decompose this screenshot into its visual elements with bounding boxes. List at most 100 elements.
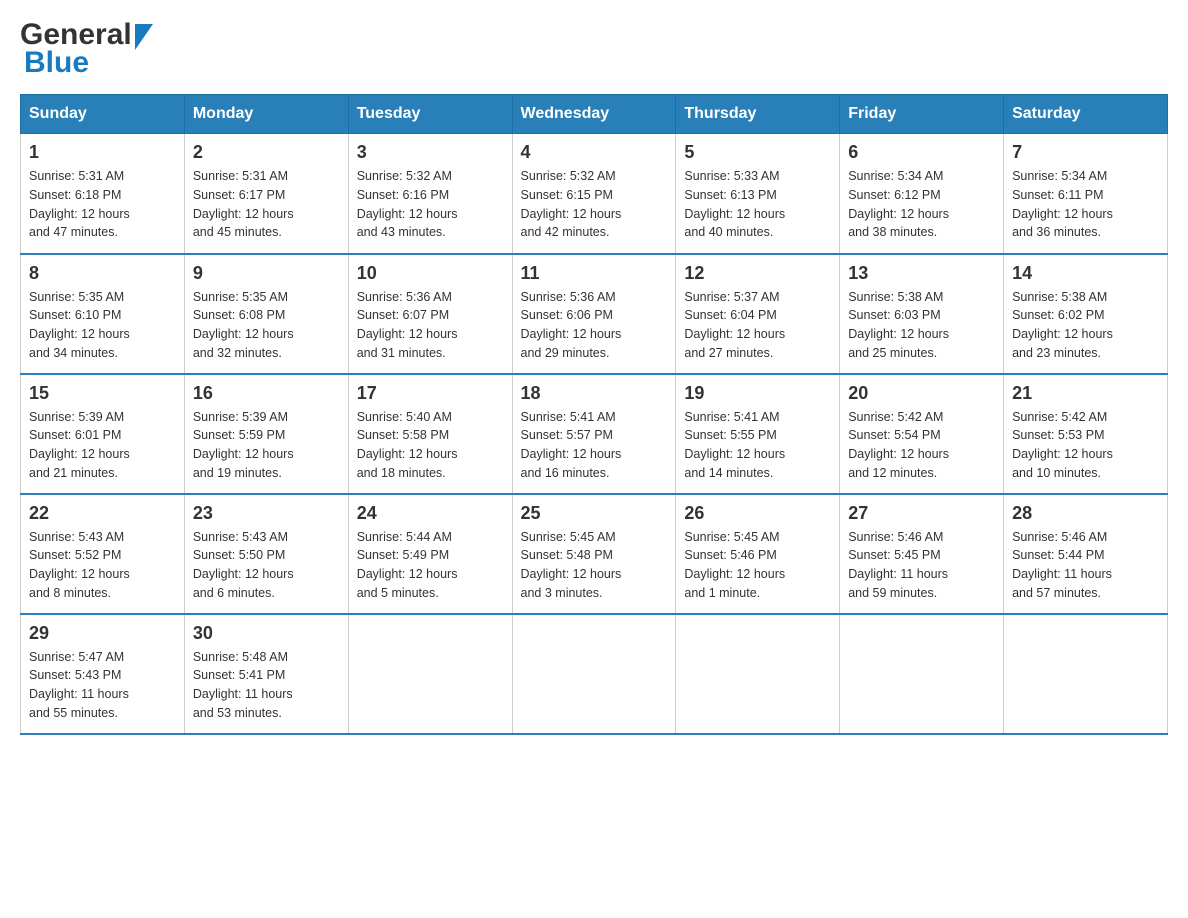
- day-info: Sunrise: 5:32 AMSunset: 6:15 PMDaylight:…: [521, 167, 668, 242]
- day-info: Sunrise: 5:48 AMSunset: 5:41 PMDaylight:…: [193, 648, 340, 723]
- logo-arrow-icon: [135, 24, 153, 50]
- day-info: Sunrise: 5:34 AMSunset: 6:11 PMDaylight:…: [1012, 167, 1159, 242]
- calendar-cell: 3 Sunrise: 5:32 AMSunset: 6:16 PMDayligh…: [348, 134, 512, 254]
- day-number: 9: [193, 263, 340, 284]
- day-info: Sunrise: 5:43 AMSunset: 5:52 PMDaylight:…: [29, 528, 176, 603]
- header-sunday: Sunday: [21, 95, 185, 134]
- day-number: 1: [29, 142, 176, 163]
- day-info: Sunrise: 5:35 AMSunset: 6:08 PMDaylight:…: [193, 288, 340, 363]
- header-tuesday: Tuesday: [348, 95, 512, 134]
- calendar-cell: 5 Sunrise: 5:33 AMSunset: 6:13 PMDayligh…: [676, 134, 840, 254]
- day-number: 26: [684, 503, 831, 524]
- week-row-3: 15 Sunrise: 5:39 AMSunset: 6:01 PMDaylig…: [21, 374, 1168, 494]
- calendar-cell: 18 Sunrise: 5:41 AMSunset: 5:57 PMDaylig…: [512, 374, 676, 494]
- calendar-cell: 15 Sunrise: 5:39 AMSunset: 6:01 PMDaylig…: [21, 374, 185, 494]
- day-number: 4: [521, 142, 668, 163]
- week-row-4: 22 Sunrise: 5:43 AMSunset: 5:52 PMDaylig…: [21, 494, 1168, 614]
- day-info: Sunrise: 5:42 AMSunset: 5:53 PMDaylight:…: [1012, 408, 1159, 483]
- calendar-cell: 8 Sunrise: 5:35 AMSunset: 6:10 PMDayligh…: [21, 254, 185, 374]
- day-number: 16: [193, 383, 340, 404]
- day-number: 24: [357, 503, 504, 524]
- day-number: 11: [521, 263, 668, 284]
- header-friday: Friday: [840, 95, 1004, 134]
- day-number: 6: [848, 142, 995, 163]
- header-saturday: Saturday: [1004, 95, 1168, 134]
- day-info: Sunrise: 5:34 AMSunset: 6:12 PMDaylight:…: [848, 167, 995, 242]
- day-info: Sunrise: 5:32 AMSunset: 6:16 PMDaylight:…: [357, 167, 504, 242]
- day-number: 2: [193, 142, 340, 163]
- calendar-cell: [676, 614, 840, 734]
- day-info: Sunrise: 5:43 AMSunset: 5:50 PMDaylight:…: [193, 528, 340, 603]
- day-info: Sunrise: 5:41 AMSunset: 5:57 PMDaylight:…: [521, 408, 668, 483]
- day-info: Sunrise: 5:42 AMSunset: 5:54 PMDaylight:…: [848, 408, 995, 483]
- day-number: 21: [1012, 383, 1159, 404]
- calendar-cell: 17 Sunrise: 5:40 AMSunset: 5:58 PMDaylig…: [348, 374, 512, 494]
- calendar-cell: 20 Sunrise: 5:42 AMSunset: 5:54 PMDaylig…: [840, 374, 1004, 494]
- week-row-1: 1 Sunrise: 5:31 AMSunset: 6:18 PMDayligh…: [21, 134, 1168, 254]
- calendar-cell: 13 Sunrise: 5:38 AMSunset: 6:03 PMDaylig…: [840, 254, 1004, 374]
- day-info: Sunrise: 5:47 AMSunset: 5:43 PMDaylight:…: [29, 648, 176, 723]
- logo-blue-text: Blue: [24, 46, 89, 79]
- calendar-cell: 23 Sunrise: 5:43 AMSunset: 5:50 PMDaylig…: [184, 494, 348, 614]
- calendar-header-row: SundayMondayTuesdayWednesdayThursdayFrid…: [21, 95, 1168, 134]
- day-info: Sunrise: 5:37 AMSunset: 6:04 PMDaylight:…: [684, 288, 831, 363]
- calendar-cell: 19 Sunrise: 5:41 AMSunset: 5:55 PMDaylig…: [676, 374, 840, 494]
- calendar-cell: 2 Sunrise: 5:31 AMSunset: 6:17 PMDayligh…: [184, 134, 348, 254]
- day-number: 23: [193, 503, 340, 524]
- day-number: 20: [848, 383, 995, 404]
- day-info: Sunrise: 5:31 AMSunset: 6:17 PMDaylight:…: [193, 167, 340, 242]
- day-number: 3: [357, 142, 504, 163]
- logo: General Blue: [20, 20, 153, 78]
- day-info: Sunrise: 5:33 AMSunset: 6:13 PMDaylight:…: [684, 167, 831, 242]
- day-info: Sunrise: 5:46 AMSunset: 5:45 PMDaylight:…: [848, 528, 995, 603]
- day-info: Sunrise: 5:40 AMSunset: 5:58 PMDaylight:…: [357, 408, 504, 483]
- calendar-cell: 14 Sunrise: 5:38 AMSunset: 6:02 PMDaylig…: [1004, 254, 1168, 374]
- header-monday: Monday: [184, 95, 348, 134]
- calendar-cell: 30 Sunrise: 5:48 AMSunset: 5:41 PMDaylig…: [184, 614, 348, 734]
- calendar-cell: 22 Sunrise: 5:43 AMSunset: 5:52 PMDaylig…: [21, 494, 185, 614]
- day-info: Sunrise: 5:38 AMSunset: 6:03 PMDaylight:…: [848, 288, 995, 363]
- calendar-cell: 1 Sunrise: 5:31 AMSunset: 6:18 PMDayligh…: [21, 134, 185, 254]
- calendar-cell: [840, 614, 1004, 734]
- calendar-cell: [512, 614, 676, 734]
- day-number: 19: [684, 383, 831, 404]
- day-number: 15: [29, 383, 176, 404]
- day-number: 17: [357, 383, 504, 404]
- day-info: Sunrise: 5:36 AMSunset: 6:07 PMDaylight:…: [357, 288, 504, 363]
- calendar-cell: 10 Sunrise: 5:36 AMSunset: 6:07 PMDaylig…: [348, 254, 512, 374]
- day-number: 18: [521, 383, 668, 404]
- header-thursday: Thursday: [676, 95, 840, 134]
- header-wednesday: Wednesday: [512, 95, 676, 134]
- day-number: 25: [521, 503, 668, 524]
- page-header: General Blue: [20, 20, 1168, 78]
- day-number: 14: [1012, 263, 1159, 284]
- calendar-cell: 24 Sunrise: 5:44 AMSunset: 5:49 PMDaylig…: [348, 494, 512, 614]
- day-number: 30: [193, 623, 340, 644]
- day-info: Sunrise: 5:45 AMSunset: 5:48 PMDaylight:…: [521, 528, 668, 603]
- week-row-2: 8 Sunrise: 5:35 AMSunset: 6:10 PMDayligh…: [21, 254, 1168, 374]
- day-info: Sunrise: 5:44 AMSunset: 5:49 PMDaylight:…: [357, 528, 504, 603]
- day-info: Sunrise: 5:39 AMSunset: 5:59 PMDaylight:…: [193, 408, 340, 483]
- calendar-cell: 6 Sunrise: 5:34 AMSunset: 6:12 PMDayligh…: [840, 134, 1004, 254]
- calendar-cell: 26 Sunrise: 5:45 AMSunset: 5:46 PMDaylig…: [676, 494, 840, 614]
- calendar-cell: 11 Sunrise: 5:36 AMSunset: 6:06 PMDaylig…: [512, 254, 676, 374]
- day-number: 22: [29, 503, 176, 524]
- week-row-5: 29 Sunrise: 5:47 AMSunset: 5:43 PMDaylig…: [21, 614, 1168, 734]
- calendar-cell: [348, 614, 512, 734]
- logo-row2: Blue: [24, 48, 153, 78]
- day-info: Sunrise: 5:41 AMSunset: 5:55 PMDaylight:…: [684, 408, 831, 483]
- calendar-cell: 12 Sunrise: 5:37 AMSunset: 6:04 PMDaylig…: [676, 254, 840, 374]
- day-info: Sunrise: 5:35 AMSunset: 6:10 PMDaylight:…: [29, 288, 176, 363]
- calendar-cell: 7 Sunrise: 5:34 AMSunset: 6:11 PMDayligh…: [1004, 134, 1168, 254]
- calendar-cell: 29 Sunrise: 5:47 AMSunset: 5:43 PMDaylig…: [21, 614, 185, 734]
- day-info: Sunrise: 5:38 AMSunset: 6:02 PMDaylight:…: [1012, 288, 1159, 363]
- day-number: 8: [29, 263, 176, 284]
- calendar-table: SundayMondayTuesdayWednesdayThursdayFrid…: [20, 94, 1168, 735]
- calendar-cell: 25 Sunrise: 5:45 AMSunset: 5:48 PMDaylig…: [512, 494, 676, 614]
- day-info: Sunrise: 5:31 AMSunset: 6:18 PMDaylight:…: [29, 167, 176, 242]
- day-number: 27: [848, 503, 995, 524]
- day-number: 13: [848, 263, 995, 284]
- day-number: 28: [1012, 503, 1159, 524]
- calendar-cell: 27 Sunrise: 5:46 AMSunset: 5:45 PMDaylig…: [840, 494, 1004, 614]
- day-info: Sunrise: 5:36 AMSunset: 6:06 PMDaylight:…: [521, 288, 668, 363]
